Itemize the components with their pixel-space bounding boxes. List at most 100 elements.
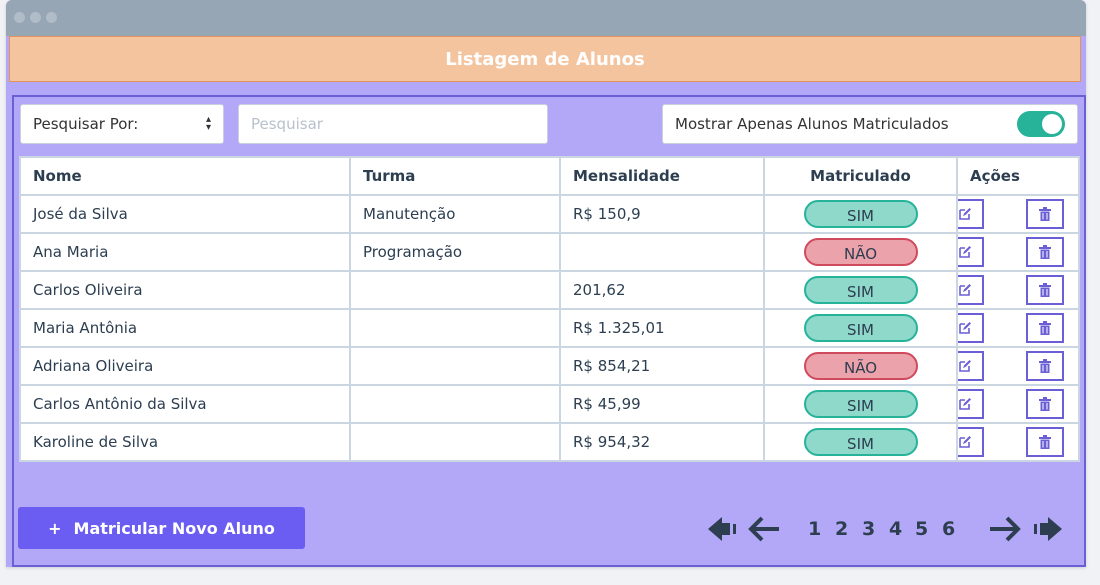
cell-mensalidade: 201,62	[559, 270, 765, 310]
cell-matriculado: SIM	[763, 384, 958, 424]
table-body: José da Silva Manutenção R$ 150,9 SIM Ana Ma…	[19, 194, 1080, 462]
students-table: Nome Turma Mensalidade Matriculado Ações…	[19, 156, 1080, 462]
trash-icon	[1039, 435, 1051, 449]
table-row: Adriana Oliveira R$ 854,21 NÃO	[19, 346, 1080, 386]
cell-matriculado: SIM	[763, 308, 958, 348]
cell-mensalidade: R$ 854,21	[559, 346, 765, 386]
delete-button[interactable]	[1026, 199, 1064, 229]
first-page-icon[interactable]	[704, 514, 740, 548]
cell-matriculado: NÃO	[763, 346, 958, 386]
search-by-select[interactable]: Pesquisar Por: ▴ ▾	[20, 104, 224, 144]
cell-acoes	[956, 232, 1080, 272]
delete-button[interactable]	[1026, 351, 1064, 381]
page-number[interactable]: 6	[942, 518, 955, 540]
enrollment-status-badge: SIM	[803, 276, 918, 304]
add-student-button[interactable]: + Matricular Novo Aluno	[18, 507, 305, 549]
cell-turma	[349, 346, 561, 386]
window-dot-icon	[46, 12, 57, 23]
cell-acoes	[956, 422, 1080, 462]
trash-icon	[1039, 283, 1051, 297]
edit-button[interactable]	[959, 351, 984, 381]
last-page-icon[interactable]	[1030, 514, 1066, 548]
cell-turma	[349, 422, 561, 462]
edit-button[interactable]	[959, 313, 984, 343]
window-titlebar	[6, 0, 1086, 36]
next-page-icon[interactable]	[987, 514, 1023, 548]
prev-page-icon[interactable]	[746, 514, 782, 548]
search-input[interactable]	[238, 104, 548, 144]
edit-button[interactable]	[959, 389, 984, 419]
page-number[interactable]: 4	[889, 518, 902, 540]
cell-matriculado: SIM	[763, 270, 958, 310]
cell-matriculado: NÃO	[763, 232, 958, 272]
edit-icon	[959, 397, 972, 411]
edit-button[interactable]	[959, 237, 984, 267]
delete-button[interactable]	[1026, 237, 1064, 267]
enrollment-status-badge: SIM	[803, 390, 918, 418]
cell-acoes	[956, 194, 1080, 234]
cell-matriculado: SIM	[763, 422, 958, 462]
edit-icon	[959, 207, 972, 221]
cell-nome: Maria Antônia	[19, 308, 351, 348]
column-header-matriculado: Matriculado	[763, 156, 958, 196]
cell-turma: Manutenção	[349, 194, 561, 234]
table-row: Maria Antônia R$ 1.325,01 SIM	[19, 308, 1080, 348]
cell-nome: Adriana Oliveira	[19, 346, 351, 386]
cell-acoes	[956, 270, 1080, 310]
page-header: Listagem de Alunos	[9, 36, 1081, 82]
cell-acoes	[956, 308, 1080, 348]
page-number[interactable]: 5	[915, 518, 928, 540]
window-dot-icon	[14, 12, 25, 23]
enrollment-status-badge: SIM	[803, 314, 918, 342]
select-arrows-icon: ▴ ▾	[205, 114, 211, 133]
edit-button[interactable]	[959, 275, 984, 305]
enrollment-status-badge: SIM	[803, 200, 918, 228]
enrolled-toggle[interactable]	[1017, 111, 1065, 137]
page-number[interactable]: 3	[862, 518, 875, 540]
trash-icon	[1039, 321, 1051, 335]
edit-icon	[959, 283, 972, 297]
cell-turma: Programação	[349, 232, 561, 272]
table-row: Carlos Oliveira 201,62 SIM	[19, 270, 1080, 310]
edit-icon	[959, 435, 972, 449]
edit-button[interactable]	[959, 427, 984, 457]
delete-button[interactable]	[1026, 313, 1064, 343]
table-row: Karoline de Silva R$ 954,32 SIM	[19, 422, 1080, 462]
cell-nome: José da Silva	[19, 194, 351, 234]
trash-icon	[1039, 245, 1051, 259]
delete-button[interactable]	[1026, 275, 1064, 305]
cell-mensalidade: R$ 150,9	[559, 194, 765, 234]
delete-button[interactable]	[1026, 427, 1064, 457]
enrolled-filter: Mostrar Apenas Alunos Matriculados	[662, 104, 1078, 144]
enrollment-status-badge: SIM	[803, 428, 918, 456]
page-title: Listagem de Alunos	[445, 48, 645, 70]
app-window: Listagem de Alunos Pesquisar Por: ▴▾ Mos…	[6, 0, 1086, 567]
table-header-row: Nome Turma Mensalidade Matriculado Ações	[19, 156, 1080, 196]
edit-button[interactable]	[959, 199, 984, 229]
search-by-label: Pesquisar Por:	[33, 115, 139, 133]
cell-mensalidade: R$ 45,99	[559, 384, 765, 424]
cell-matriculado: SIM	[763, 194, 958, 234]
page-number[interactable]: 1	[808, 518, 821, 540]
page-number[interactable]: 2	[835, 518, 848, 540]
enrolled-filter-label: Mostrar Apenas Alunos Matriculados	[675, 115, 949, 133]
cell-mensalidade: R$ 1.325,01	[559, 308, 765, 348]
cell-nome: Karoline de Silva	[19, 422, 351, 462]
column-header-turma: Turma	[349, 156, 561, 196]
students-panel: Pesquisar Por: ▴▾ Mostrar Apenas Alunos …	[12, 95, 1086, 567]
cell-turma	[349, 270, 561, 310]
trash-icon	[1039, 397, 1051, 411]
table-row: José da Silva Manutenção R$ 150,9 SIM	[19, 194, 1080, 234]
trash-icon	[1039, 359, 1051, 373]
cell-turma	[349, 384, 561, 424]
cell-mensalidade	[559, 232, 765, 272]
cell-turma	[349, 308, 561, 348]
edit-icon	[959, 321, 972, 335]
delete-button[interactable]	[1026, 389, 1064, 419]
table-row: Carlos Antônio da Silva R$ 45,99 SIM	[19, 384, 1080, 424]
cell-nome: Carlos Oliveira	[19, 270, 351, 310]
plus-icon: +	[48, 518, 62, 538]
toggle-knob	[1042, 114, 1062, 134]
table-row: Ana Maria Programação NÃO	[19, 232, 1080, 272]
enrollment-status-badge: NÃO	[803, 238, 918, 266]
